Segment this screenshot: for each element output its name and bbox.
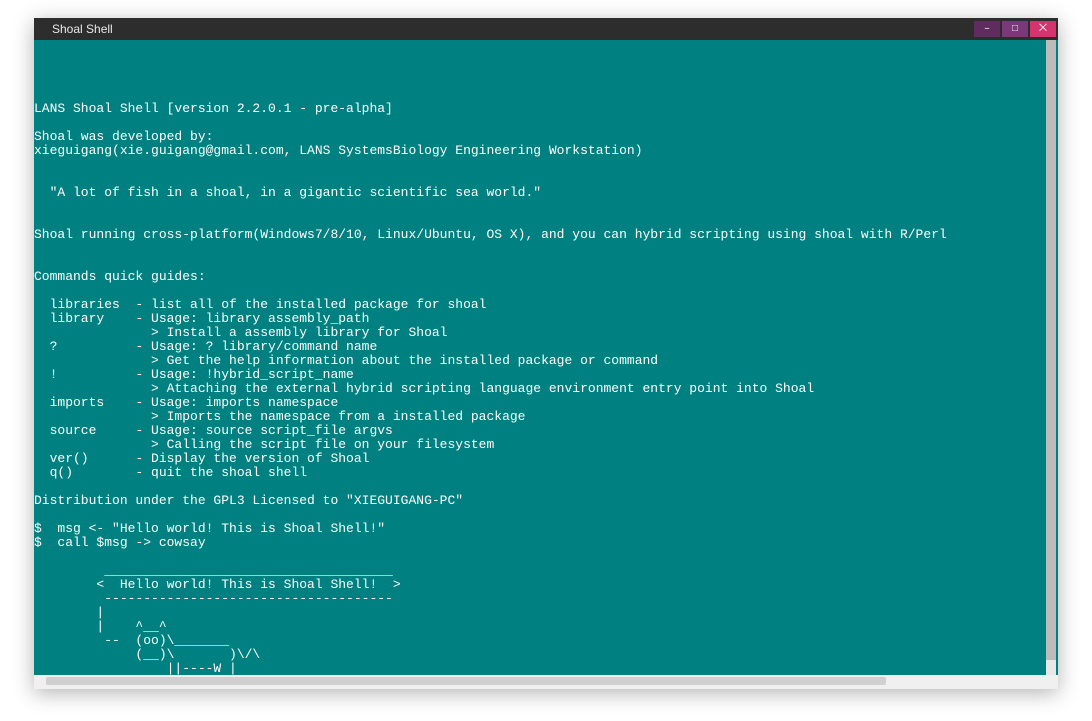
terminal-line: > Install a assembly library for Shoal bbox=[34, 326, 1058, 340]
terminal-line bbox=[34, 550, 1058, 564]
app-window: Shoal Shell – □ ⨉ LANS Shoal Shell [vers… bbox=[34, 18, 1058, 689]
close-button[interactable]: ⨉ bbox=[1030, 21, 1056, 37]
terminal-line: source - Usage: source script_file argvs bbox=[34, 424, 1058, 438]
terminal-line: q() - quit the shoal shell bbox=[34, 466, 1058, 480]
vertical-scrollbar-thumb[interactable] bbox=[1046, 40, 1056, 660]
terminal-line: library - Usage: library assembly_path bbox=[34, 312, 1058, 326]
terminal-line: _____________________________________ bbox=[34, 564, 1058, 578]
terminal-line: Distribution under the GPL3 Licensed to … bbox=[34, 494, 1058, 508]
terminal-line bbox=[34, 172, 1058, 186]
terminal-line bbox=[34, 214, 1058, 228]
terminal-line: ||----W | bbox=[34, 662, 1058, 675]
terminal-line: $ msg <- "Hello world! This is Shoal She… bbox=[34, 522, 1058, 536]
terminal-output[interactable]: LANS Shoal Shell [version 2.2.0.1 - pre-… bbox=[34, 40, 1058, 675]
terminal-line bbox=[34, 116, 1058, 130]
terminal-line: imports - Usage: imports namespace bbox=[34, 396, 1058, 410]
terminal-line: > Imports the namespace from a installed… bbox=[34, 410, 1058, 424]
window-title: Shoal Shell bbox=[52, 22, 113, 36]
window-controls: – □ ⨉ bbox=[974, 21, 1056, 37]
terminal-line: | ^__^ bbox=[34, 620, 1058, 634]
minimize-button[interactable]: – bbox=[974, 21, 1000, 37]
terminal-line: $ call $msg -> cowsay bbox=[34, 536, 1058, 550]
terminal-line bbox=[34, 158, 1058, 172]
horizontal-scrollbar-thumb[interactable] bbox=[46, 677, 886, 685]
terminal-line: < Hello world! This is Shoal Shell! > bbox=[34, 578, 1058, 592]
terminal-line: Shoal was developed by: bbox=[34, 130, 1058, 144]
terminal-line bbox=[34, 284, 1058, 298]
terminal-line bbox=[34, 200, 1058, 214]
terminal-line: xieguigang(xie.guigang@gmail.com, LANS S… bbox=[34, 144, 1058, 158]
terminal-line bbox=[34, 256, 1058, 270]
terminal-line: -- (oo)\_______ bbox=[34, 634, 1058, 648]
terminal-line: > Get the help information about the ins… bbox=[34, 354, 1058, 368]
horizontal-scrollbar[interactable] bbox=[34, 675, 1058, 689]
terminal-line: ------------------------------------- bbox=[34, 592, 1058, 606]
terminal-line bbox=[34, 508, 1058, 522]
terminal-line: (__)\ )\/\ bbox=[34, 648, 1058, 662]
terminal-line: | bbox=[34, 606, 1058, 620]
terminal-line: libraries - list all of the installed pa… bbox=[34, 298, 1058, 312]
terminal-line: ? - Usage: ? library/command name bbox=[34, 340, 1058, 354]
titlebar: Shoal Shell – □ ⨉ bbox=[34, 18, 1058, 40]
terminal-line bbox=[34, 480, 1058, 494]
terminal-line: LANS Shoal Shell [version 2.2.0.1 - pre-… bbox=[34, 102, 1058, 116]
terminal-line: Shoal running cross-platform(Windows7/8/… bbox=[34, 228, 1058, 242]
terminal-line bbox=[34, 242, 1058, 256]
terminal-line: Commands quick guides: bbox=[34, 270, 1058, 284]
terminal-line: > Calling the script file on your filesy… bbox=[34, 438, 1058, 452]
maximize-button[interactable]: □ bbox=[1002, 21, 1028, 37]
terminal-line: ! - Usage: !hybrid_script_name bbox=[34, 368, 1058, 382]
terminal-line: > Attaching the external hybrid scriptin… bbox=[34, 382, 1058, 396]
terminal-line: "A lot of fish in a shoal, in a gigantic… bbox=[34, 186, 1058, 200]
terminal-line: ver() - Display the version of Shoal bbox=[34, 452, 1058, 466]
